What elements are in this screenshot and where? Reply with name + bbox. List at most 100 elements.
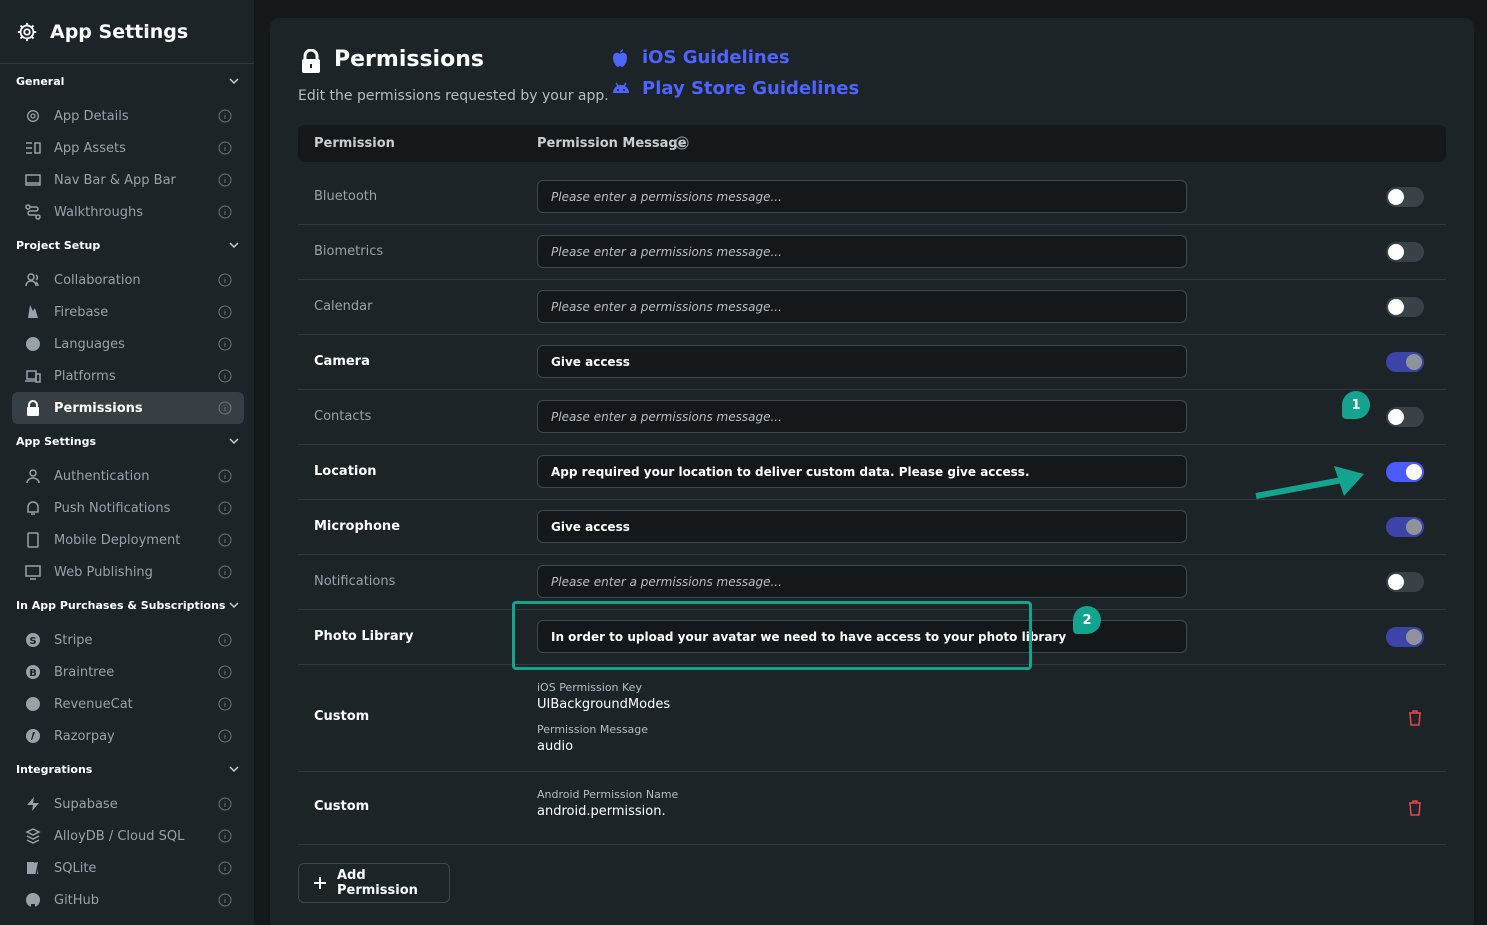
gear-icon (16, 21, 38, 43)
sidebar-item-web-publishing[interactable]: Web Publishing (12, 556, 244, 588)
permission-message-input[interactable]: Please enter a permissions message... (537, 565, 1187, 598)
section-integrations[interactable]: Integrations (0, 753, 254, 785)
info-icon[interactable] (218, 305, 232, 319)
sidebar-item-app-details[interactable]: App Details (12, 100, 244, 132)
info-icon[interactable] (218, 337, 232, 351)
sidebar-item-app-assets[interactable]: App Assets (12, 132, 244, 164)
ios-permission-key-value[interactable]: UIBackgroundModes (537, 697, 670, 712)
section-general[interactable]: General (0, 65, 254, 97)
sidebar-item-authentication[interactable]: Authentication (12, 460, 244, 492)
info-icon[interactable] (218, 665, 232, 679)
section-app-settings[interactable]: App Settings (0, 425, 254, 457)
sidebar-item-revenuecat[interactable]: RevenueCat (12, 688, 244, 720)
info-icon[interactable] (218, 273, 232, 287)
permission-message-input[interactable]: Give access (537, 345, 1187, 378)
permission-message-input[interactable]: Give access (537, 510, 1187, 543)
sidebar-item-supabase[interactable]: Supabase (12, 788, 244, 820)
sidebar-item-alloydb[interactable]: AlloyDB / Cloud SQL (12, 820, 244, 852)
info-icon[interactable] (218, 205, 232, 219)
permission-toggle[interactable] (1386, 572, 1424, 592)
annotation-badge-2: 2 (1073, 606, 1101, 634)
user-icon (24, 467, 42, 485)
sidebar-item-label: Razorpay (54, 728, 115, 744)
sidebar-item-mobile-deployment[interactable]: Mobile Deployment (12, 524, 244, 556)
sidebar-item-platforms[interactable]: Platforms (12, 360, 244, 392)
permission-toggle[interactable] (1386, 352, 1424, 372)
info-icon[interactable] (218, 501, 232, 515)
sidebar-item-permissions[interactable]: Permissions (12, 392, 244, 424)
sidebar-item-label: App Assets (54, 140, 126, 156)
permission-message-input[interactable]: App required your location to deliver cu… (537, 455, 1187, 488)
permission-message-input[interactable]: Please enter a permissions message... (537, 180, 1187, 213)
section-in-app-purchases[interactable]: In App Purchases & Subscriptions (0, 589, 254, 621)
annotation-badge-1: 1 (1342, 391, 1370, 419)
permission-name: Calendar (314, 299, 373, 314)
trash-icon[interactable] (1408, 800, 1422, 816)
column-permission-message: Permission Message (537, 136, 687, 151)
sidebar-item-github[interactable]: GitHub (12, 884, 244, 916)
info-icon[interactable] (218, 797, 232, 811)
lock-icon (300, 49, 322, 73)
info-icon[interactable] (218, 729, 232, 743)
info-icon[interactable] (218, 829, 232, 843)
sidebar-item-nav-bar[interactable]: Nav Bar & App Bar (12, 164, 244, 196)
permission-toggle[interactable] (1386, 462, 1424, 482)
info-icon[interactable] (218, 633, 232, 647)
info-icon[interactable] (218, 469, 232, 483)
page-subtitle: Edit the permissions requested by your a… (298, 88, 609, 104)
table-row: Biometrics Please enter a permissions me… (298, 225, 1446, 280)
info-icon[interactable] (218, 893, 232, 907)
sidebar-item-languages[interactable]: Languages (12, 328, 244, 360)
info-icon[interactable] (218, 565, 232, 579)
info-icon[interactable] (218, 401, 232, 415)
chevron-down-icon (228, 239, 240, 251)
permission-message-input[interactable]: Please enter a permissions message... (537, 235, 1187, 268)
sidebar-item-label: Push Notifications (54, 500, 171, 516)
info-icon[interactable] (218, 697, 232, 711)
trash-icon[interactable] (1408, 710, 1422, 726)
add-permission-button[interactable]: Add Permission (298, 863, 450, 903)
permission-message-input[interactable]: Please enter a permissions message... (537, 290, 1187, 323)
sidebar-item-braintree[interactable]: B Braintree (12, 656, 244, 688)
permission-toggle[interactable] (1386, 517, 1424, 537)
android-permission-name-value[interactable]: android.permission. (537, 804, 666, 819)
permission-message-input[interactable]: Please enter a permissions message... (537, 400, 1187, 433)
permission-toggle[interactable] (1386, 297, 1424, 317)
ios-guidelines-link[interactable]: iOS Guidelines (612, 47, 790, 68)
info-icon[interactable] (675, 136, 689, 150)
add-permission-label: Add Permission (337, 868, 418, 898)
play-store-guidelines-link[interactable]: Play Store Guidelines (612, 78, 859, 99)
permission-toggle[interactable] (1386, 627, 1424, 647)
svg-text:B: B (29, 668, 37, 679)
sidebar-item-walkthroughs[interactable]: Walkthroughs (12, 196, 244, 228)
info-icon[interactable] (218, 109, 232, 123)
permission-toggle[interactable] (1386, 407, 1424, 427)
column-permission: Permission (314, 136, 395, 151)
permission-toggle[interactable] (1386, 242, 1424, 262)
info-icon[interactable] (218, 141, 232, 155)
table-row: Camera Give access (298, 335, 1446, 390)
android-icon (612, 80, 630, 98)
sidebar-item-collaboration[interactable]: Collaboration (12, 264, 244, 296)
sidebar-item-razorpay[interactable]: Razorpay (12, 720, 244, 752)
info-icon[interactable] (218, 173, 232, 187)
monitor-icon (24, 563, 42, 581)
sidebar-item-label: Languages (54, 336, 125, 352)
info-icon[interactable] (218, 533, 232, 547)
section-project-setup[interactable]: Project Setup (0, 229, 254, 261)
users-icon (24, 271, 42, 289)
permission-toggle[interactable] (1386, 187, 1424, 207)
sidebar-item-sqlite[interactable]: SQLite (12, 852, 244, 884)
globe-icon (24, 335, 42, 353)
permission-message-value[interactable]: audio (537, 739, 573, 754)
ios-permission-key-label: iOS Permission Key (537, 681, 642, 694)
sidebar-item-push-notifications[interactable]: Push Notifications (12, 492, 244, 524)
info-icon[interactable] (218, 861, 232, 875)
sidebar-item-label: Permissions (54, 400, 143, 416)
sidebar-item-firebase[interactable]: Firebase (12, 296, 244, 328)
info-icon[interactable] (218, 369, 232, 383)
lock-icon (24, 399, 42, 417)
sidebar-item-stripe[interactable]: S Stripe (12, 624, 244, 656)
github-icon (24, 891, 42, 909)
play-store-guidelines-label: Play Store Guidelines (642, 78, 860, 99)
